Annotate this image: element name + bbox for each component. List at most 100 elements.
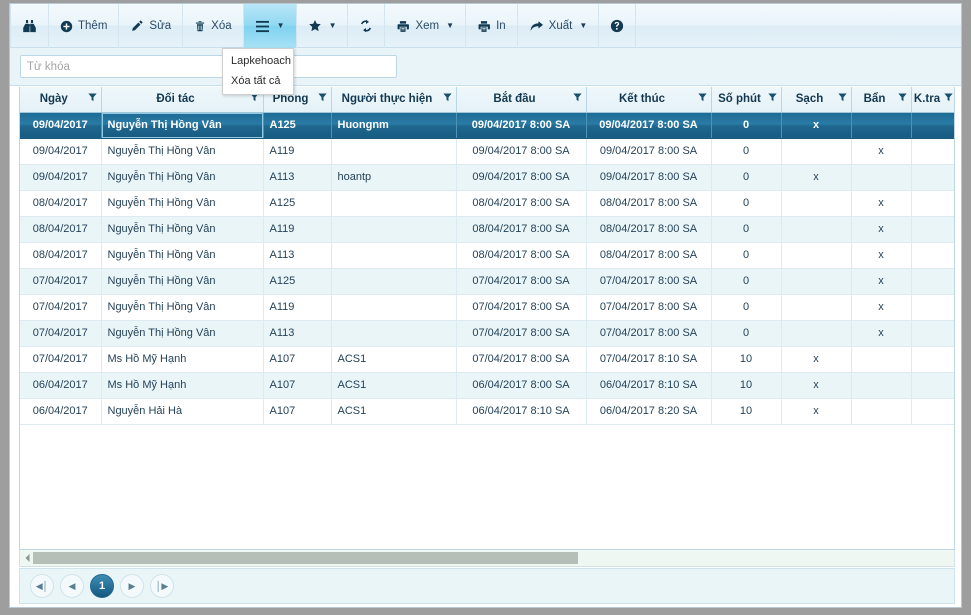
cell-ban: x <box>851 138 912 165</box>
toolbar-button-favorite[interactable]: ▼ <box>297 4 349 48</box>
chevron-down-icon: ▼ <box>579 21 588 30</box>
cell-ban <box>851 346 912 373</box>
cell-phong: A119 <box>263 216 332 243</box>
table-row[interactable]: 08/04/2017 Nguyễn Thị Hồng Vân A125 08/04/2… <box>20 190 954 217</box>
cell-ketthuc: 06/04/2017 8:10 SA <box>586 372 712 399</box>
menu-item-2[interactable]: Xóa tất cả <box>223 71 293 91</box>
pager-button-next[interactable]: ▶ <box>120 574 144 598</box>
cell-nguoi <box>331 242 457 269</box>
cell-phong: A107 <box>263 346 332 373</box>
column-header-label: Người thực hiện <box>341 93 433 106</box>
toolbar-button-help[interactable] <box>599 4 637 48</box>
table-row[interactable]: 08/04/2017 Nguyễn Thị Hồng Vân A119 08/04/2… <box>20 216 954 243</box>
cell-sach <box>781 138 852 165</box>
filter-icon[interactable] <box>572 93 582 105</box>
toolbar-button-edit[interactable]: Sửa <box>119 4 184 48</box>
search-input[interactable] <box>20 55 397 78</box>
column-header-nguoi[interactable]: Người thực hiện <box>331 87 457 113</box>
filter-icon[interactable] <box>87 93 97 105</box>
cell-ktra <box>911 294 954 321</box>
grid-table: Ngày Đối tác Phòng Người thực hiện Bắt đ… <box>20 87 954 425</box>
cell-ktra <box>911 138 954 165</box>
cell-phong: A113 <box>263 320 332 347</box>
cell-ban <box>851 112 912 139</box>
cell-sach <box>781 190 852 217</box>
grid-empty-area <box>20 424 954 515</box>
column-header-ban[interactable]: Bẩn <box>851 87 912 113</box>
table-row[interactable]: 07/04/2017 Nguyễn Thị Hồng Vân A125 07/04/2… <box>20 268 954 295</box>
cell-ngay: 09/04/2017 <box>20 112 102 139</box>
filter-icon[interactable] <box>837 93 847 105</box>
toolbar-button-find[interactable] <box>10 4 49 48</box>
toolbar-button-export[interactable]: Xuất ▼ <box>518 4 600 48</box>
filter-icon[interactable] <box>697 93 707 105</box>
pager-button-first[interactable]: ◀│ <box>30 574 54 598</box>
cell-ktra <box>911 190 954 217</box>
table-row[interactable]: 09/04/2017 Nguyễn Thị Hồng Vân A113 hoantp 0… <box>20 164 954 191</box>
cell-nguoi: ACS1 <box>331 372 457 399</box>
scroll-left-arrow-icon[interactable] <box>21 551 33 564</box>
toolbar-button-delete[interactable]: Xóa <box>183 4 244 48</box>
cell-nguoi: hoantp <box>331 164 457 191</box>
cell-doitac: Ms Hồ Mỹ Hạnh <box>101 346 264 373</box>
cell-sach <box>781 242 852 269</box>
column-header-ketthuc[interactable]: Kết thúc <box>586 87 712 113</box>
table-row[interactable]: 07/04/2017 Nguyễn Thị Hồng Vân A113 07/04/2… <box>20 320 954 347</box>
cell-doitac: Nguyễn Thị Hồng Vân <box>101 216 264 243</box>
cell-sophut: 0 <box>711 190 782 217</box>
data-grid[interactable]: Ngày Đối tác Phòng Người thực hiện Bắt đ… <box>19 87 955 550</box>
cell-ktra <box>911 112 954 139</box>
table-row[interactable]: 07/04/2017 Nguyễn Thị Hồng Vân A119 07/04/2… <box>20 294 954 321</box>
filter-icon[interactable] <box>767 93 777 105</box>
cell-doitac: Nguyễn Hải Hà <box>101 398 264 425</box>
cell-doitac: Nguyễn Thị Hồng Vân <box>101 190 264 217</box>
pager-button-page-1[interactable]: 1 <box>90 574 114 598</box>
cell-phong: A107 <box>263 398 332 425</box>
toolbar-button-menu[interactable]: ▼ <box>243 4 297 48</box>
chevron-down-icon: ▼ <box>276 21 285 30</box>
cell-doitac: Nguyễn Thị Hồng Vân <box>101 138 264 165</box>
horizontal-scrollbar[interactable] <box>19 550 955 567</box>
column-header-sach[interactable]: Sạch <box>781 87 852 113</box>
cell-sophut: 0 <box>711 294 782 321</box>
column-header-label: K.tra <box>913 93 941 106</box>
cell-ktra <box>911 216 954 243</box>
toolbar-button-preview[interactable]: Xem ▼ <box>385 4 467 48</box>
trash-icon <box>194 20 206 33</box>
toolbar-button-print[interactable]: In <box>466 4 518 48</box>
cell-ban: x <box>851 242 912 269</box>
column-header-ktra[interactable]: K.tra <box>911 87 954 113</box>
cell-sach: x <box>781 164 852 191</box>
cell-ngay: 06/04/2017 <box>20 372 102 399</box>
table-row[interactable]: 07/04/2017 Ms Hồ Mỹ Hạnh A107 ACS1 07/04/201… <box>20 346 954 373</box>
pager-button-prev[interactable]: ◀ <box>60 574 84 598</box>
table-row[interactable]: 08/04/2017 Nguyễn Thị Hồng Vân A113 08/04/2… <box>20 242 954 269</box>
table-row[interactable]: 09/04/2017 Nguyễn Thị Hồng Vân A119 09/04/2… <box>20 138 954 165</box>
cell-sophut: 0 <box>711 242 782 269</box>
filter-icon[interactable] <box>317 93 327 105</box>
cell-sophut: 0 <box>711 138 782 165</box>
filter-icon[interactable] <box>442 93 452 105</box>
cell-batdau: 06/04/2017 8:10 SA <box>456 398 587 425</box>
chevron-down-icon: ▼ <box>328 21 337 30</box>
hamburger-icon <box>255 20 270 33</box>
toolbar-button-label: In <box>496 20 506 32</box>
filter-icon[interactable] <box>897 93 907 105</box>
table-row[interactable]: 06/04/2017 Ms Hồ Mỹ Hạnh A107 ACS1 06/04/201… <box>20 372 954 399</box>
horizontal-scrollbar-thumb[interactable] <box>33 552 578 564</box>
menu-item-1[interactable]: Lapkehoach <box>223 51 293 71</box>
filter-icon[interactable] <box>944 93 953 105</box>
column-header-sophut[interactable]: Số phút <box>711 87 782 113</box>
filter-icon[interactable] <box>249 93 259 105</box>
toolbar-button-refresh[interactable] <box>348 4 386 48</box>
table-row[interactable]: 09/04/2017 Nguyễn Thị Hồng Vân A125 Huongnm… <box>20 112 954 139</box>
column-header-batdau[interactable]: Bắt đầu <box>456 87 587 113</box>
table-row[interactable]: 06/04/2017 Nguyễn Hải Hà A107 ACS1 06/04/201… <box>20 398 954 425</box>
toolbar-dropdown-menu[interactable]: Lapkehoach Xóa tất cả <box>222 48 294 95</box>
toolbar-button-add[interactable]: Thêm <box>49 4 120 48</box>
cell-batdau: 09/04/2017 8:00 SA <box>456 138 587 165</box>
column-header-ngay[interactable]: Ngày <box>20 87 102 113</box>
pager-button-last[interactable]: │▶ <box>150 574 174 598</box>
cell-ketthuc: 07/04/2017 8:00 SA <box>586 320 712 347</box>
cell-nguoi: Huongnm <box>331 112 457 139</box>
